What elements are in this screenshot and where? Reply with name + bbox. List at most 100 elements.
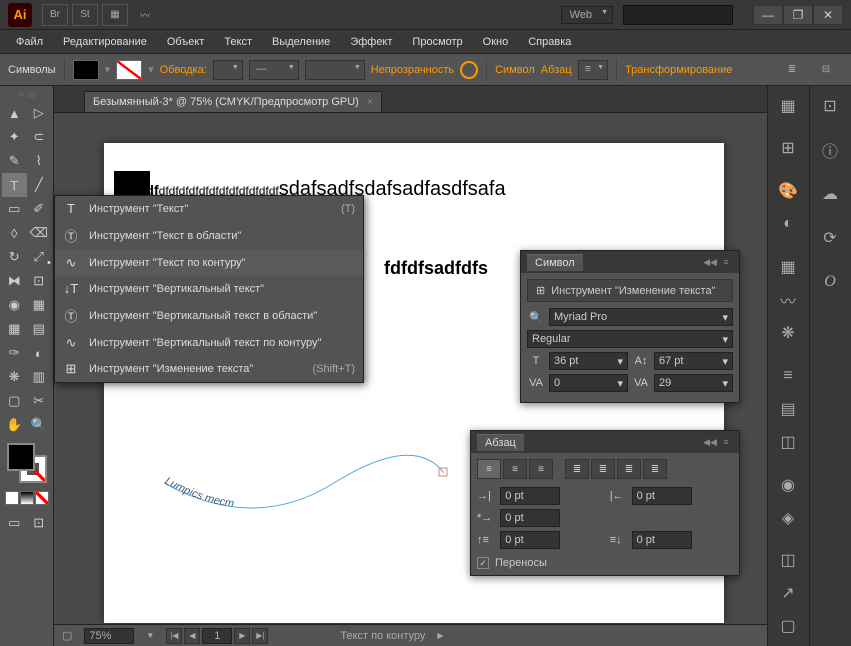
screen-mode-2[interactable]: ⊡ (27, 511, 52, 535)
cc-icon[interactable]: ☁ (814, 178, 846, 210)
slice-tool[interactable]: ✂ (27, 389, 52, 413)
shape-builder-tool[interactable]: ◉ (2, 293, 27, 317)
layers-icon[interactable]: ◫ (772, 545, 804, 576)
none-mode[interactable] (35, 491, 49, 505)
crop-icon[interactable]: ⊡ (814, 90, 846, 122)
properties-icon[interactable]: ▦ (772, 90, 804, 121)
perspective-tool[interactable]: ▦ (27, 293, 52, 317)
gradient-icon[interactable]: ▤ (772, 393, 804, 424)
hyphenate-checkbox[interactable]: ✓ (477, 557, 489, 569)
menu-view[interactable]: Просмотр (402, 32, 472, 52)
artboard-nav-icon[interactable]: ▢ (62, 629, 72, 642)
zoom-field[interactable]: 75% (84, 628, 134, 644)
fly-vertical-type[interactable]: ↓TИнструмент "Вертикальный текст" (55, 276, 363, 301)
stroke-swatch[interactable] (116, 60, 142, 80)
info-icon[interactable]: ⓘ (814, 134, 846, 166)
search-input[interactable] (623, 5, 733, 25)
transparency-icon[interactable]: ◫ (772, 426, 804, 457)
menu-file[interactable]: Файл (6, 32, 53, 52)
recolor-icon[interactable] (460, 61, 478, 79)
gpu-button[interactable]: 〰 (132, 4, 158, 26)
menu-object[interactable]: Объект (157, 32, 214, 52)
font-style[interactable]: Regular (527, 330, 733, 348)
appearance-icon[interactable]: ◉ (772, 469, 804, 500)
menu-edit[interactable]: Редактирование (53, 32, 157, 52)
para-link[interactable]: Абзац (541, 64, 572, 76)
stock-button[interactable]: St (72, 4, 98, 26)
stroke-label[interactable]: Обводка: (160, 64, 207, 76)
space-after[interactable]: 0 pt (632, 531, 692, 549)
close-tab-icon[interactable]: × (367, 96, 373, 108)
document-tab[interactable]: Безымянный-3* @ 75% (CMYK/Предпросмотр G… (84, 91, 382, 112)
menu-select[interactable]: Выделение (262, 32, 340, 52)
zoom-tool[interactable]: 🔍 (27, 413, 52, 437)
graphic-styles-icon[interactable]: ◈ (772, 502, 804, 533)
swatches-icon[interactable]: ▦ (772, 251, 804, 282)
brush-def[interactable] (305, 60, 365, 80)
first-artboard[interactable]: |◀ (166, 628, 182, 644)
rotate-tool[interactable]: ↻ (2, 245, 27, 269)
lasso-tool[interactable]: ⊂ (27, 125, 52, 149)
color-mode[interactable] (5, 491, 19, 505)
fill-swatch[interactable] (73, 60, 99, 80)
artboard-num[interactable]: 1 (202, 628, 232, 644)
align-dd[interactable]: ≡ (578, 60, 608, 80)
leading[interactable]: 67 pt (654, 352, 733, 370)
char-panel-tab[interactable]: Символ (527, 254, 583, 271)
touch-type-button[interactable]: ⊞Инструмент "Изменение текста" (527, 279, 733, 302)
asset-export-icon[interactable]: ↗ (772, 578, 804, 609)
paintbrush-tool[interactable]: ✐ (27, 197, 52, 221)
curvature-tool[interactable]: ⌇ (27, 149, 52, 173)
justify-left[interactable]: ≣ (565, 459, 589, 479)
bridge-button[interactable]: Br (42, 4, 68, 26)
width-tool[interactable]: ⧓ (2, 269, 27, 293)
fly-vertical-area-type[interactable]: ⓉИнструмент "Вертикальный текст в област… (55, 301, 363, 330)
next-artboard[interactable]: ▶ (234, 628, 250, 644)
menu-effect[interactable]: Эффект (340, 32, 402, 52)
tracking[interactable]: 29 (654, 374, 733, 392)
rectangle-tool[interactable]: ▭ (2, 197, 27, 221)
artboard-tool[interactable]: ▢ (2, 389, 27, 413)
align-left[interactable]: ≡ (477, 459, 501, 479)
char-link[interactable]: Символ (495, 64, 535, 76)
color-icon[interactable]: 🎨 (772, 176, 804, 207)
type-panel-icon[interactable]: O (814, 266, 846, 298)
arrange-button[interactable]: ▦ (102, 4, 128, 26)
link-icon[interactable]: ⟳ (814, 222, 846, 254)
color-guide-icon[interactable]: ◐ (772, 209, 804, 240)
graph-tool[interactable]: ▥ (27, 365, 52, 389)
indent-right[interactable]: 0 pt (632, 487, 692, 505)
screen-mode[interactable]: ▭ (2, 511, 27, 535)
justify-center[interactable]: ≣ (591, 459, 615, 479)
kerning[interactable]: 0 (549, 374, 628, 392)
justify-right[interactable]: ≣ (617, 459, 641, 479)
close-button[interactable]: ✕ (813, 5, 843, 25)
stroke-icon[interactable]: ≡ (772, 360, 804, 391)
libraries-icon[interactable]: ⊞ (772, 133, 804, 164)
minimize-button[interactable]: — (753, 5, 783, 25)
prev-artboard[interactable]: ◀ (184, 628, 200, 644)
gradient-tool[interactable]: ▤ (27, 317, 52, 341)
symbols-icon[interactable]: ❋ (772, 317, 804, 348)
indent-left[interactable]: 0 pt (500, 487, 560, 505)
align-right[interactable]: ≡ (529, 459, 553, 479)
transform-link[interactable]: Трансформирование (625, 64, 732, 76)
indent-first[interactable]: 0 pt (500, 509, 560, 527)
last-artboard[interactable]: ▶| (252, 628, 268, 644)
eyedropper-tool[interactable]: ✑ (2, 341, 27, 365)
eraser-tool[interactable]: ⌫ (27, 221, 52, 245)
symbol-sprayer-tool[interactable]: ❋ (2, 365, 27, 389)
pen-tool[interactable]: ✎ (2, 149, 27, 173)
magic-wand-tool[interactable]: ✦ (2, 125, 27, 149)
mesh-tool[interactable]: ▦ (2, 317, 27, 341)
panel-collapse-icon[interactable]: ⊟ (813, 59, 839, 81)
opacity-label[interactable]: Непрозрачность (371, 64, 454, 76)
font-size[interactable]: 36 pt (549, 352, 628, 370)
stroke-weight[interactable] (213, 60, 243, 80)
brushes-icon[interactable]: 〰 (772, 284, 804, 315)
stroke-width-profile[interactable]: — (249, 60, 299, 80)
shaper-tool[interactable]: ◊ (2, 221, 27, 245)
hand-tool[interactable]: ✋ (2, 413, 27, 437)
panel-menu-icon[interactable]: ≡ (719, 435, 733, 449)
workspace-preset[interactable]: Web (561, 6, 613, 24)
